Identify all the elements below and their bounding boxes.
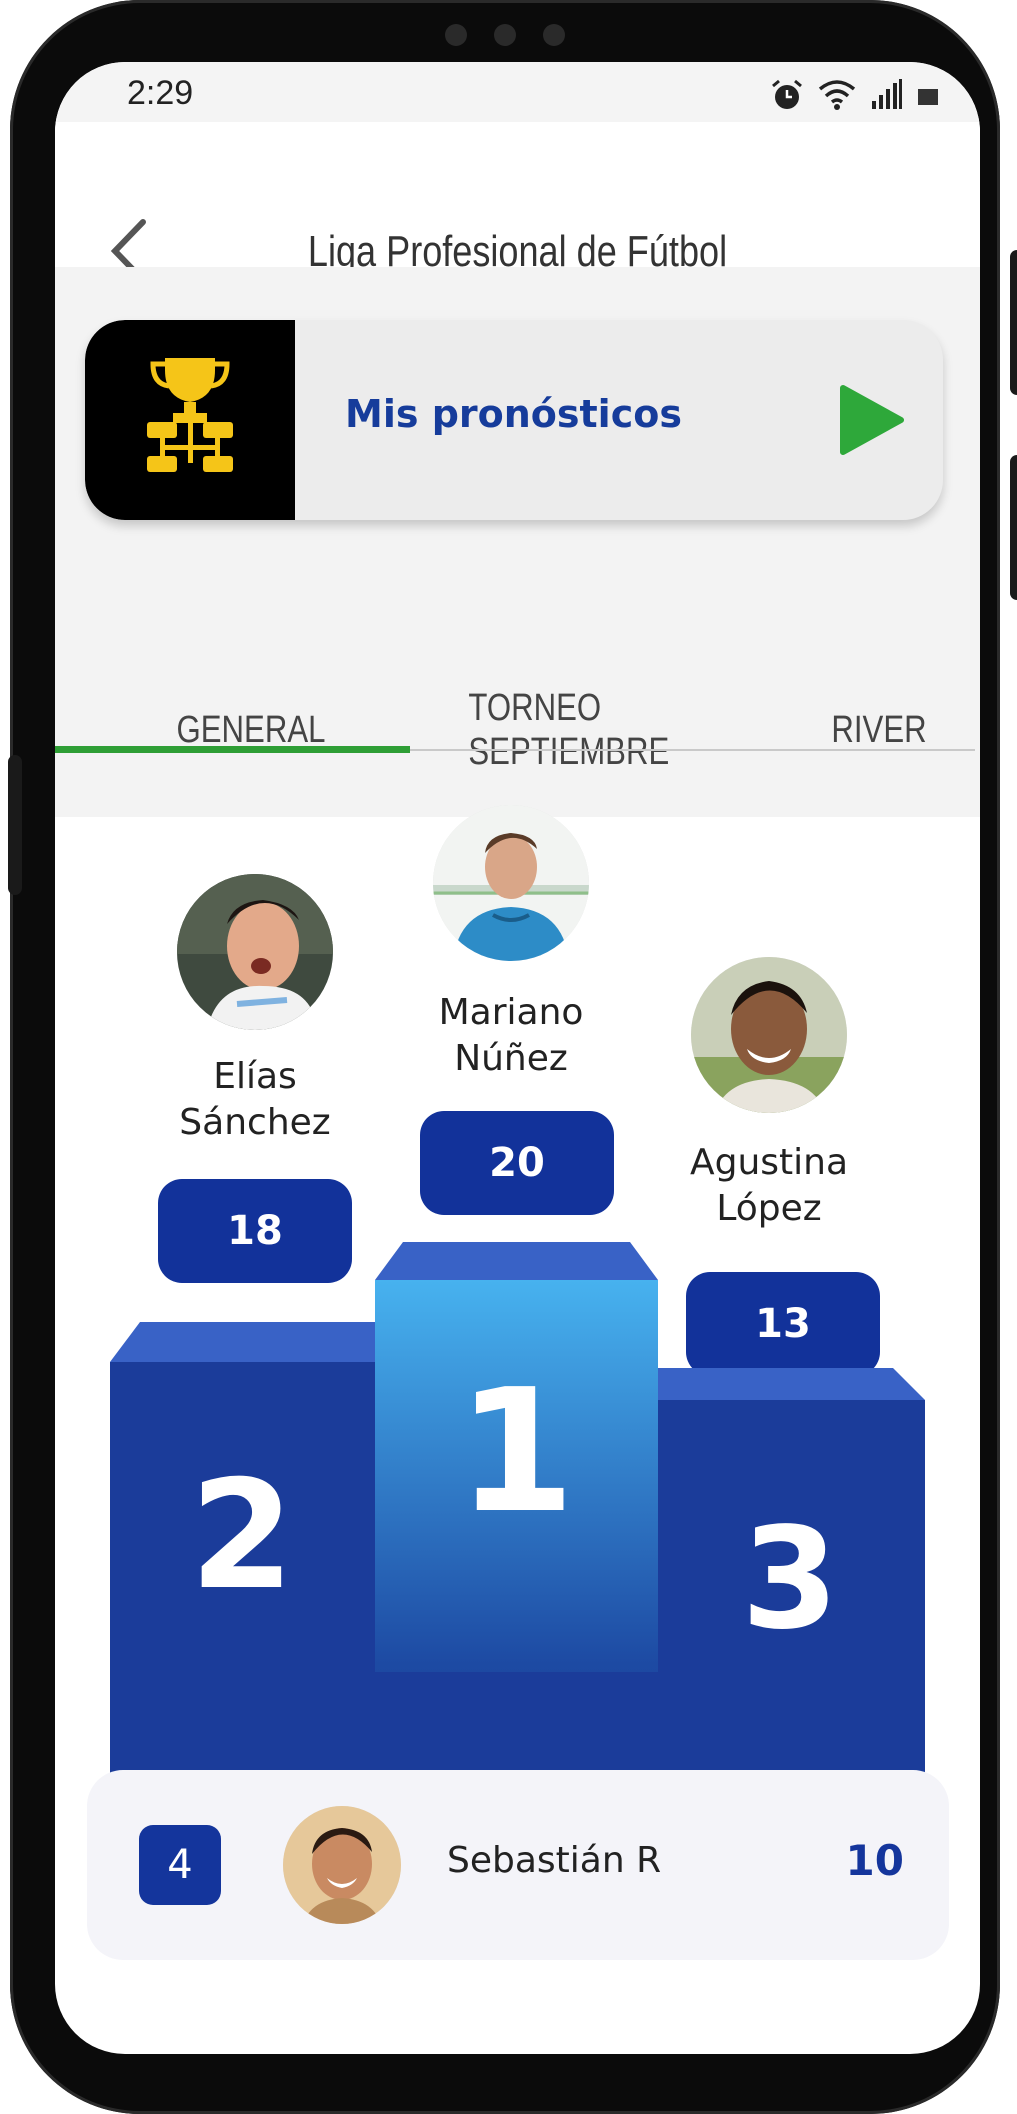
sensor-dot xyxy=(494,24,516,46)
tab-bar: GENERAL TORNEO SEPTIEMBRE RIVER xyxy=(55,642,980,817)
first-place-name: Mariano Núñez xyxy=(401,990,621,1082)
avatar-third-place[interactable] xyxy=(691,957,847,1113)
name-line: Núñez xyxy=(454,1038,568,1079)
player-name: Sebastián R xyxy=(447,1840,662,1881)
power-button xyxy=(1010,455,1017,600)
tab-river[interactable]: RIVER xyxy=(831,642,962,817)
name-line: Sánchez xyxy=(179,1102,331,1143)
alarm-icon xyxy=(770,78,804,116)
second-place-name: Elías Sánchez xyxy=(145,1054,365,1146)
name-line: Mariano xyxy=(438,992,584,1033)
wifi-icon xyxy=(818,79,856,115)
avatar-first-place[interactable] xyxy=(433,805,589,961)
name-line: Agustina xyxy=(689,1142,849,1183)
name-line: Elías xyxy=(213,1056,297,1097)
third-place-number: 3 xyxy=(741,1498,838,1661)
name-line: López xyxy=(716,1188,822,1229)
my-predictions-label: Mis pronósticos xyxy=(345,392,682,436)
side-button xyxy=(8,755,22,895)
rank-badge: 4 xyxy=(139,1825,221,1905)
sensor-dot xyxy=(543,24,565,46)
tab-label: TORNEO SEPTIEMBRE xyxy=(468,686,670,773)
first-place-number: 1 xyxy=(457,1353,575,1551)
status-bar: 2:29 xyxy=(55,62,980,122)
list-item[interactable]: 4 Sebastián R 10 xyxy=(87,1770,949,1960)
volume-button xyxy=(1010,250,1017,395)
my-predictions-card[interactable]: Mis pronósticos xyxy=(85,320,943,520)
third-place-name: Agustina López xyxy=(659,1140,879,1232)
battery-icon xyxy=(918,85,940,109)
app-screen: 2:29 Liga Profesional de Fútbol Mis pron… xyxy=(55,62,980,2054)
tab-torneo-septiembre[interactable]: TORNEO SEPTIEMBRE xyxy=(468,642,681,817)
second-place-number: 2 xyxy=(190,1449,294,1623)
avatar xyxy=(283,1806,401,1924)
tab-general[interactable]: GENERAL xyxy=(144,642,357,817)
signal-icon xyxy=(870,79,904,115)
status-time: 2:29 xyxy=(127,74,194,112)
tab-label: RIVER xyxy=(831,708,927,751)
tab-selected-indicator xyxy=(55,746,410,753)
avatar-second-place[interactable] xyxy=(177,874,333,1030)
player-points: 10 xyxy=(845,1836,904,1885)
sensor-dot xyxy=(445,24,467,46)
podium: 2 1 3 xyxy=(110,1242,925,1792)
first-place-points: 20 xyxy=(420,1111,614,1215)
trophy-bracket-icon xyxy=(85,320,295,520)
play-icon[interactable] xyxy=(839,384,905,460)
phone-frame: 2:29 Liga Profesional de Fútbol Mis pron… xyxy=(8,0,1017,2114)
tab-label: GENERAL xyxy=(176,708,326,751)
